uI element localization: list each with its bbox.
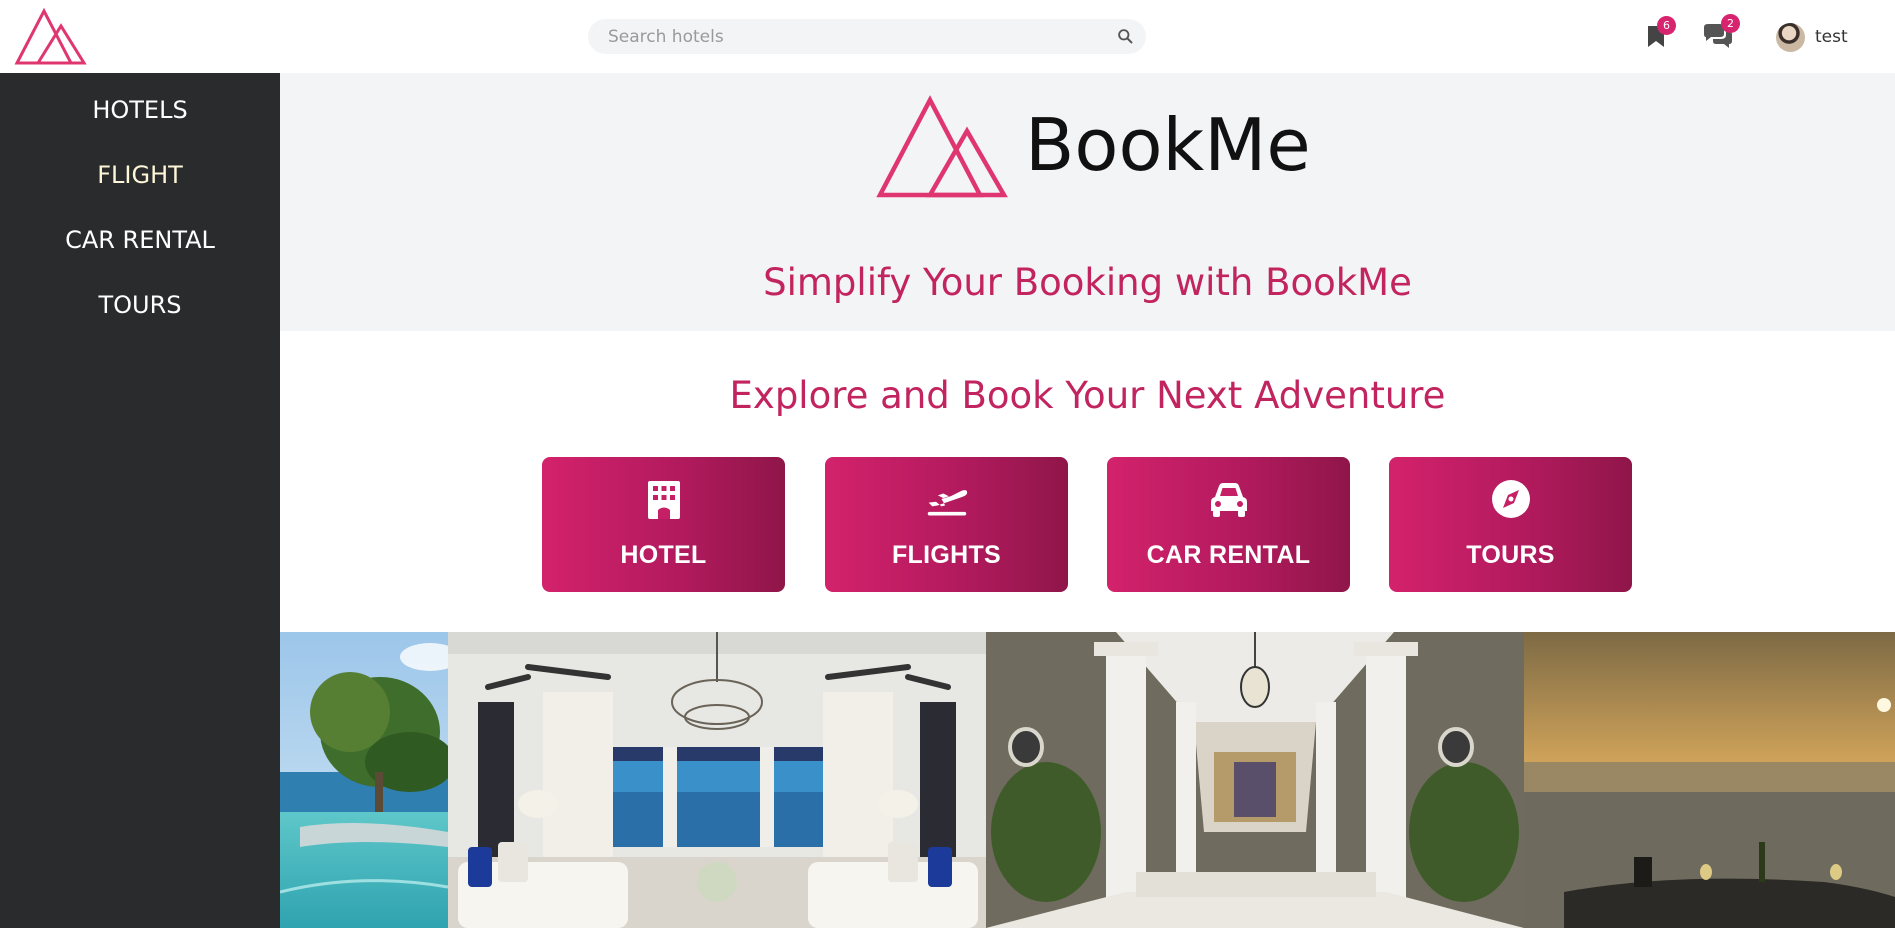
sidebar: HOTELS FLIGHT CAR RENTAL TOURS	[0, 73, 280, 928]
messages-button[interactable]: 2	[1702, 14, 1740, 50]
hero-banner: BookMe Simplify Your Booking with BookMe	[280, 73, 1895, 331]
sidebar-item-tours[interactable]: TOURS	[0, 291, 280, 319]
bookme-brand-logo-icon	[876, 95, 1008, 198]
hero-tagline: Simplify Your Booking with BookMe	[763, 261, 1412, 304]
sunset-dinner-photo	[1524, 632, 1895, 928]
bookmarks-button[interactable]: 6	[1645, 16, 1676, 48]
sidebar-item-hotels[interactable]: HOTELS	[0, 96, 280, 124]
car-icon	[1210, 483, 1247, 517]
sidebar-item-car-rental[interactable]: CAR RENTAL	[0, 226, 280, 254]
plane-icon	[927, 490, 967, 516]
search-icon[interactable]	[1117, 28, 1134, 45]
hotel-category-button[interactable]: HOTEL	[542, 457, 785, 592]
messages-badge: 2	[1721, 14, 1740, 33]
user-name: test	[1815, 27, 1848, 47]
bookmarks-badge: 6	[1657, 16, 1676, 35]
car-rental-category-label: CAR RENTAL	[1146, 541, 1311, 569]
search-bar	[588, 19, 1146, 54]
car-rental-category-button[interactable]: CAR RENTAL	[1107, 457, 1350, 592]
tours-category-label: TOURS	[1466, 541, 1555, 569]
hotel-lobby-photo	[986, 632, 1524, 928]
hotel-icon	[647, 481, 680, 519]
search-input[interactable]	[608, 19, 1098, 54]
tours-category-button[interactable]: TOURS	[1389, 457, 1632, 592]
flights-category-label: FLIGHTS	[891, 541, 1002, 569]
avatar	[1776, 22, 1805, 52]
bookme-logo-icon[interactable]	[14, 8, 94, 66]
compass-icon	[1491, 480, 1530, 518]
hotel-category-label: HOTEL	[620, 541, 707, 569]
pool-ocean-photo	[280, 632, 448, 928]
flights-category-button[interactable]: FLIGHTS	[825, 457, 1068, 592]
top-bar: 6 2 test	[0, 0, 1895, 73]
brand-name: BookMe	[1025, 103, 1311, 187]
sidebar-item-flight[interactable]: FLIGHT	[0, 161, 280, 189]
explore-title: Explore and Book Your Next Adventure	[729, 374, 1446, 417]
living-room-photo	[448, 632, 986, 928]
user-menu[interactable]: test	[1776, 22, 1848, 52]
